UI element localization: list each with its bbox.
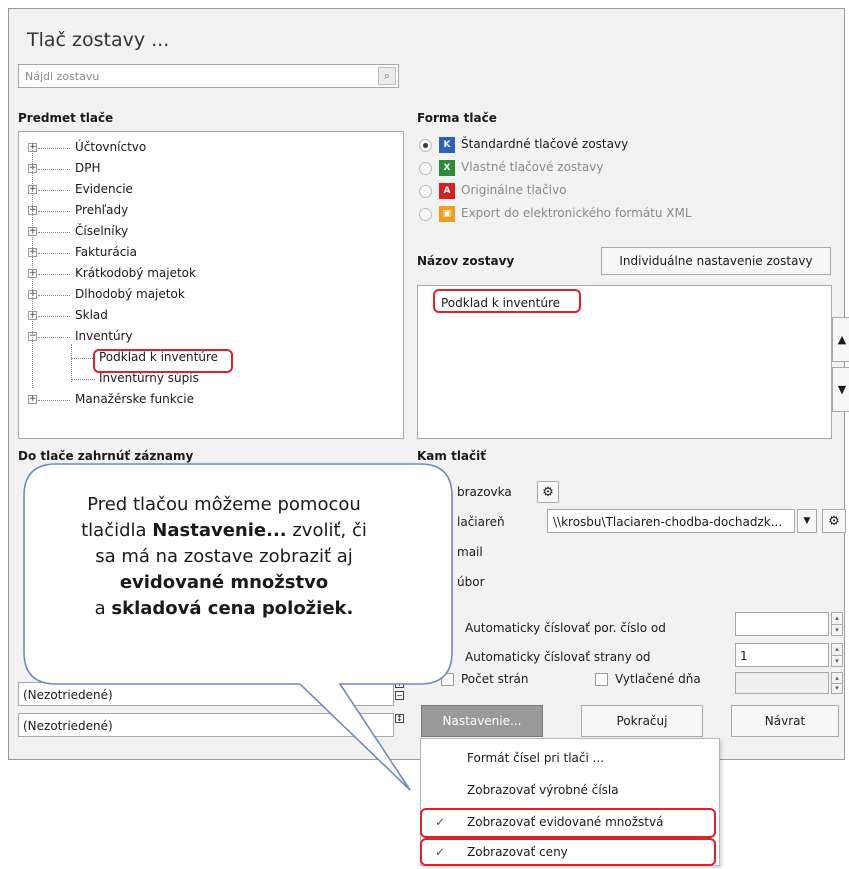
- highlight-prices: [420, 838, 716, 866]
- callout-line-3: sa má na zostave zobraziť aj: [95, 546, 353, 567]
- callout-line-2a: tlačidla: [81, 520, 153, 541]
- highlight-quantities: [420, 808, 716, 838]
- callout-line-2b: Nastavenie...: [152, 520, 287, 541]
- callout-line-2c: zvoliť, či: [286, 520, 367, 541]
- callout-line-4: evidované množstvo: [119, 572, 329, 593]
- callout-line-1: Pred tlačou môžeme pomocou: [87, 494, 361, 515]
- callout-line-5b: skladová cena položiek.: [111, 598, 354, 619]
- callout-line-5a: a: [94, 598, 112, 619]
- menu-item-number-format[interactable]: Formát čísel pri tlači ...: [467, 751, 604, 765]
- menu-item-serial-numbers[interactable]: Zobrazovať výrobné čísla: [467, 783, 619, 797]
- callout-text: Pred tlačou môžeme pomocou tlačidla Nast…: [34, 492, 414, 622]
